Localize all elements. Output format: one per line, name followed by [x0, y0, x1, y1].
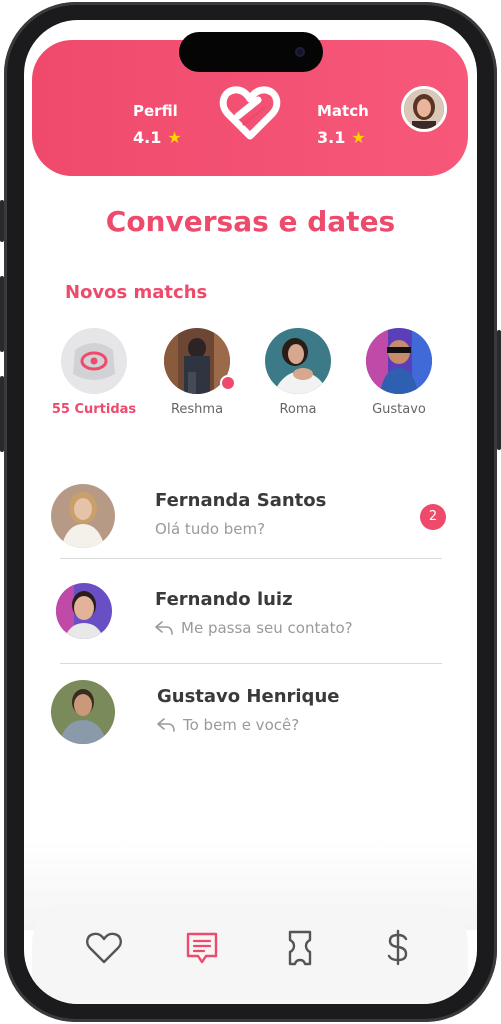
- chat-icon[interactable]: [182, 928, 222, 968]
- profile-rating-number: 4.1: [133, 128, 162, 147]
- camera-icon: [295, 47, 305, 57]
- bottom-nav: [32, 904, 468, 1004]
- heart-icon[interactable]: [84, 928, 124, 968]
- conversation-preview-text: To bem e você?: [183, 716, 300, 734]
- volume-down-button: [0, 376, 4, 452]
- new-matches-label: Novos matchs: [65, 282, 208, 303]
- unread-badge: 2: [420, 504, 446, 530]
- match-rating-number: 3.1: [317, 128, 346, 147]
- conversation-preview-text: Me passa seu contato?: [181, 619, 353, 637]
- conversation-item[interactable]: Fernanda Santos Olá tudo bem? 2: [48, 484, 446, 564]
- conversation-name: Fernando luiz: [155, 589, 293, 610]
- profile-rating-label: Perfil: [133, 102, 178, 120]
- online-status-dot: [220, 375, 236, 391]
- conversation-name: Fernanda Santos: [155, 490, 327, 511]
- divider: [60, 663, 442, 664]
- profile-rating-value: 4.1 ★: [133, 128, 182, 147]
- conversation-avatar: [56, 583, 112, 639]
- mute-switch: [0, 200, 4, 242]
- app-screen: Perfil 4.1 ★ Match 3.1 ★ Conversas e dates…: [24, 20, 477, 1004]
- divider: [60, 558, 442, 559]
- match-item-reshma[interactable]: Reshma: [152, 328, 242, 417]
- page-title: Conversas e dates: [105, 205, 396, 238]
- likes-count-label: 55 Curtidas: [51, 402, 137, 417]
- conversation-avatar: [51, 484, 115, 548]
- conversation-avatar: [51, 680, 115, 744]
- match-name-reshma: Reshma: [170, 402, 224, 417]
- ticket-icon[interactable]: [280, 928, 320, 968]
- reply-icon: [155, 621, 173, 635]
- star-icon: ★: [351, 128, 366, 147]
- likes-avatar: [61, 328, 127, 394]
- reply-icon: [157, 718, 175, 732]
- dollar-icon[interactable]: [378, 928, 418, 968]
- match-name-gustavo: Gustavo: [372, 402, 426, 417]
- gustavo-avatar: [366, 328, 432, 394]
- match-item-roma[interactable]: Roma: [253, 328, 343, 417]
- dynamic-island: [179, 32, 323, 72]
- conversation-item[interactable]: Fernando luiz Me passa seu contato?: [48, 583, 444, 663]
- power-button: [497, 330, 501, 450]
- match-item-gustavo[interactable]: Gustavo: [354, 328, 444, 417]
- user-avatar[interactable]: [401, 86, 447, 132]
- star-icon: ★: [167, 128, 182, 147]
- conversation-preview: To bem e você?: [157, 716, 299, 734]
- match-rating-label: Match: [317, 102, 369, 120]
- likes-match-item[interactable]: 55 Curtidas: [49, 328, 139, 417]
- heart-link-logo-icon: [219, 86, 281, 140]
- match-name-roma: Roma: [279, 402, 317, 417]
- conversation-preview: Me passa seu contato?: [155, 619, 353, 637]
- match-rating-value: 3.1 ★: [317, 128, 366, 147]
- conversation-name: Gustavo Henrique: [157, 686, 340, 707]
- roma-avatar: [265, 328, 331, 394]
- conversation-item[interactable]: Gustavo Henrique To bem e você?: [48, 680, 444, 760]
- volume-up-button: [0, 276, 4, 352]
- conversation-preview: Olá tudo bem?: [155, 520, 266, 538]
